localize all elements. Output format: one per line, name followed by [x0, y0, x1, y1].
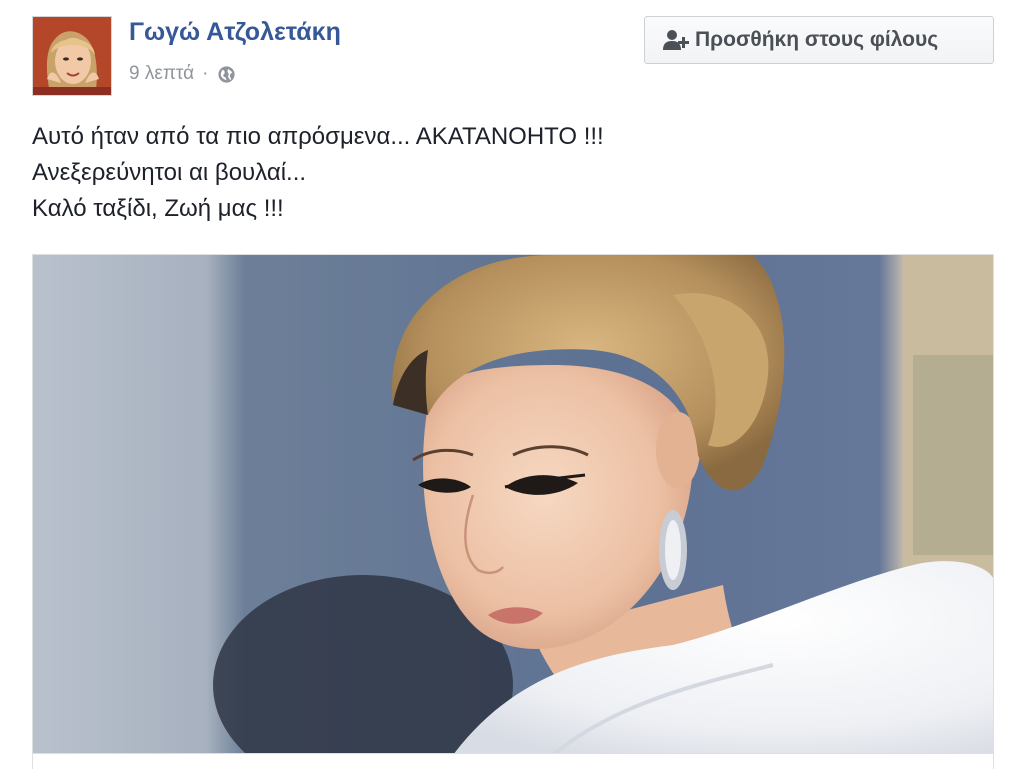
- facebook-post: Γωγώ Ατζολετάκη 9 λεπτά · Προσθήκη στους…: [0, 0, 1024, 769]
- author-name-link[interactable]: Γωγώ Ατζολετάκη: [129, 18, 341, 47]
- meta-separator: ·: [202, 63, 209, 84]
- post-body: Αυτό ήταν από τα πιο απρόσμενα... ΑΚΑΤΑΝ…: [32, 119, 992, 227]
- post-meta: 9 λεπτά ·: [129, 63, 236, 85]
- portrait-photo-image: [33, 255, 993, 753]
- add-friend-icon: [663, 28, 689, 52]
- post-text-line: Καλό ταξίδι, Ζωή μας !!!: [32, 195, 284, 222]
- globe-icon[interactable]: [217, 65, 236, 84]
- author-avatar[interactable]: [32, 16, 112, 96]
- avatar-image: [33, 17, 111, 95]
- add-friend-label: Προσθήκη στους φίλους: [695, 28, 939, 51]
- post-timestamp[interactable]: 9 λεπτά: [129, 63, 194, 85]
- post-text-line: Ανεξερεύνητοι αι βουλαί...: [32, 159, 307, 186]
- photo-bottom-border: [32, 754, 994, 769]
- post-text-line: Αυτό ήταν από τα πιο απρόσμενα... ΑΚΑΤΑΝ…: [32, 123, 604, 150]
- post-photo[interactable]: [32, 254, 994, 754]
- add-friend-button[interactable]: Προσθήκη στους φίλους: [644, 16, 994, 64]
